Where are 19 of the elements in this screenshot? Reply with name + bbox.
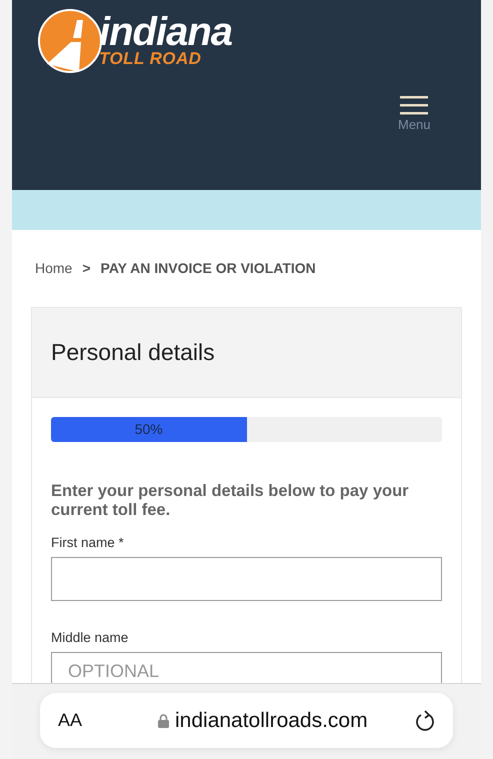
field-label: Middle name bbox=[51, 630, 130, 646]
lock-icon bbox=[158, 714, 169, 728]
field-label: First name * bbox=[51, 535, 125, 551]
text-input[interactable] bbox=[51, 557, 442, 601]
breadcrumb-link[interactable]: Home bbox=[35, 258, 72, 279]
instruction-text: Enter your personal details below to pay your current toll fee. bbox=[51, 482, 410, 520]
logo-subtitle: TOLL ROAD bbox=[99, 50, 202, 68]
breadcrumb-current: PAY AN INVOICE OR VIOLATION bbox=[100, 259, 316, 278]
logo-wordmark: indiana bbox=[99, 14, 232, 50]
address-bar[interactable]: AA indianatollroads.com bbox=[40, 693, 453, 748]
reload-icon[interactable] bbox=[415, 710, 435, 732]
card-title: Personal details bbox=[51, 338, 215, 368]
progress-reading: 50% bbox=[134, 420, 164, 439]
url-text: indianatollroads.com bbox=[175, 708, 369, 734]
menu-button[interactable]: Menu bbox=[398, 95, 431, 133]
text-size-button[interactable]: AA bbox=[58, 707, 158, 734]
breadcrumb-separator: > bbox=[82, 259, 91, 278]
text-input[interactable]: OPTIONAL bbox=[51, 652, 442, 683]
menu-icon bbox=[400, 95, 428, 115]
